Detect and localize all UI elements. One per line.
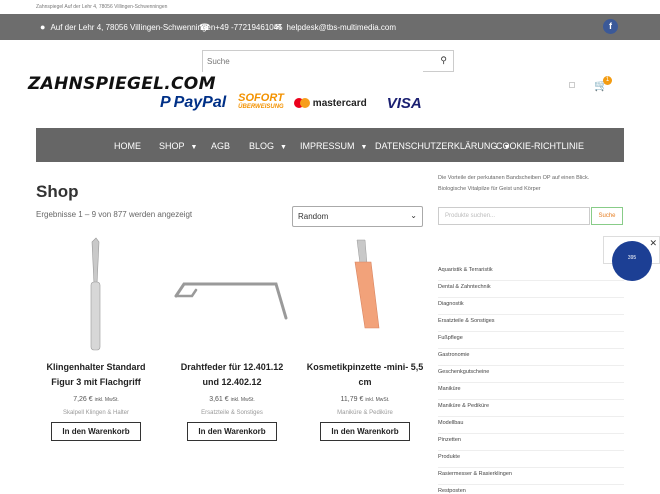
product-card: Kosmetikpinzette -mini- 5,5 cm 11,79 € i… [305, 234, 425, 441]
chevron-down-icon: ▼ [190, 144, 198, 151]
category-item[interactable]: Maniküre [438, 383, 624, 400]
wishlist-checkbox[interactable] [569, 82, 575, 88]
nav-datenschutz[interactable]: DATENSCHUTZERKLÄRUNG ▼ [375, 141, 510, 151]
facebook-icon[interactable]: f [603, 19, 618, 34]
wire-spring-image [174, 282, 288, 320]
category-item[interactable]: Diagnostik [438, 298, 624, 315]
category-item[interactable]: Restposten [438, 485, 624, 494]
sort-value: Random [298, 212, 329, 221]
nav-agb[interactable]: AGB [211, 141, 230, 151]
payment-logos: P PayPal SOFORT ÜBERWEISUNG mastercard VIS… [160, 92, 422, 114]
main-nav: HOME SHOP ▼ AGB BLOG ▼ IMPRESSUM ▼ DATENSCH… [36, 128, 624, 162]
category-item[interactable]: Geschenkgutscheine [438, 366, 624, 383]
trust-badge[interactable]: 395 ✕ [603, 236, 660, 281]
email-info[interactable]: ✉ helpdesk@tbs-multimedia.com [274, 22, 396, 33]
product-image[interactable] [172, 234, 292, 354]
category-list: Aquaristik & Terraristik Dental & Zahnte… [438, 264, 624, 494]
category-item[interactable]: Gastronomie [438, 349, 624, 366]
category-item[interactable]: Ersatzteile & Sonstiges [438, 315, 624, 332]
category-item[interactable]: Rasiermesser & Rasierklingen [438, 468, 624, 485]
top-note: Zahnspiegel Auf der Lehr 4, 78056 Villin… [36, 4, 168, 10]
scalpel-handle-image [90, 237, 101, 351]
chevron-down-icon: ▼ [280, 144, 287, 151]
product-price: 3,61 € inkl. MwSt. [209, 396, 255, 403]
sofort-logo: SOFORT ÜBERWEISUNG [238, 92, 284, 111]
envelope-icon: ✉ [274, 22, 282, 32]
category-item[interactable]: Pinzetten [438, 434, 624, 451]
visa-logo: VISA [386, 94, 422, 112]
promo-link-1[interactable]: Die Vorteile der perkutanen Bandscheiben… [438, 173, 589, 184]
nav-shop[interactable]: SHOP ▼ [159, 141, 197, 151]
tweezers-image [354, 239, 380, 329]
mastercard-logo: mastercard [293, 98, 367, 109]
add-to-cart-button[interactable]: In den Warenkorb [51, 422, 141, 441]
promo-link-2[interactable]: Biologische Vitalpilze für Geist und Kör… [438, 184, 589, 195]
nav-blog[interactable]: BLOG ▼ [249, 141, 287, 151]
product-image[interactable] [305, 234, 425, 354]
product-price: 11,79 € inkl. MwSt. [340, 396, 390, 403]
category-item[interactable]: Produkte [438, 451, 624, 468]
nav-cookie[interactable]: COOKIE-RICHTLINIE [496, 141, 584, 151]
address-text: Auf der Lehr 4, 78056 Villingen-Schwenni… [50, 22, 216, 32]
category-item[interactable]: Fußpflege [438, 332, 624, 349]
product-price: 7,26 € inkl. MwSt. [73, 396, 119, 403]
product-card: Drahtfeder für 12.401.12 und 12.402.12 3… [172, 234, 292, 441]
add-to-cart-button[interactable]: In den Warenkorb [320, 422, 410, 441]
paypal-logo: P PayPal [160, 94, 227, 111]
product-card: Klingenhalter Standard Figur 3 mit Flach… [36, 234, 156, 441]
product-search-input[interactable]: Produkte suchen... [438, 207, 590, 225]
product-title[interactable]: Drahtfeder für 12.401.12 und 12.402.12 [172, 360, 292, 390]
header-search: ⚲ [202, 50, 454, 72]
sort-select[interactable]: Random ⌄ [292, 206, 423, 227]
product-image[interactable] [36, 234, 156, 354]
chevron-down-icon: ⌄ [410, 211, 417, 220]
email-text[interactable]: helpdesk@tbs-multimedia.com [287, 23, 397, 32]
close-icon[interactable]: ✕ [649, 238, 657, 249]
phone-icon: ☎ [199, 22, 211, 32]
product-title[interactable]: Klingenhalter Standard Figur 3 mit Flach… [36, 360, 156, 390]
phone-text[interactable]: +49 -77219461045 [215, 23, 282, 32]
nav-impressum[interactable]: IMPRESSUM ▼ [300, 141, 367, 151]
chevron-down-icon: ▼ [360, 144, 368, 151]
sidebar-promo: Die Vorteile der perkutanen Bandscheiben… [438, 173, 589, 195]
address-info: ● Auf der Lehr 4, 78056 Villingen-Schwen… [40, 22, 215, 32]
page-title: Shop [36, 182, 79, 201]
product-category[interactable]: Skalpell Klingen & Halter [36, 410, 156, 416]
category-item[interactable]: Dental & Zahntechnik [438, 281, 624, 298]
category-item[interactable]: Maniküre & Pediküre [438, 400, 624, 417]
location-pin-icon: ● [40, 22, 46, 32]
product-category[interactable]: Ersatzteile & Sonstiges [172, 410, 292, 416]
search-icon[interactable]: ⚲ [440, 55, 447, 66]
search-input[interactable] [203, 51, 423, 72]
site-logo[interactable]: ZAHNSPIEGEL.COM [28, 74, 216, 94]
category-item[interactable]: Modellbau [438, 417, 624, 434]
product-title[interactable]: Kosmetikpinzette -mini- 5,5 cm [305, 360, 425, 390]
product-category[interactable]: Maniküre & Pediküre [305, 410, 425, 416]
product-search-button[interactable]: Suche [591, 207, 623, 225]
add-to-cart-button[interactable]: In den Warenkorb [187, 422, 277, 441]
result-count: Ergebnisse 1 – 9 von 877 werden angezeig… [36, 210, 193, 219]
top-bar: ● Auf der Lehr 4, 78056 Villingen-Schwen… [0, 14, 660, 40]
cart-count-badge: 1 [603, 76, 612, 85]
category-item[interactable]: Aquaristik & Terraristik [438, 264, 624, 281]
phone-info[interactable]: ☎ +49 -77219461045 [199, 22, 283, 33]
nav-home[interactable]: HOME [114, 141, 141, 151]
